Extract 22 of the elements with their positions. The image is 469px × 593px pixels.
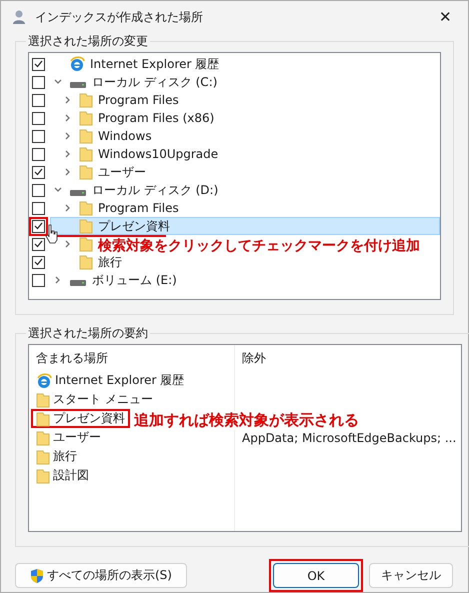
table-cell: スタート メニュー (53, 391, 153, 408)
window-title: インデックスが作成された場所 (35, 8, 204, 26)
tree-label: Windows (97, 129, 152, 144)
table-cell: プレゼン資料 (53, 410, 125, 427)
tree-label: 旅行 (97, 254, 122, 271)
table-cell: ユーザー (53, 429, 101, 446)
tree-label: Program Files (97, 93, 179, 108)
group-title: 選択された場所の要約 (27, 325, 149, 342)
group-title: 選択された場所の変更 (27, 33, 149, 50)
tree-label: Program Files (97, 201, 179, 216)
tree-label: ユーザー (97, 164, 146, 181)
tree-label: ボリューム (E:) (91, 272, 177, 289)
tree-label: ローカル ディスク (C:) (91, 74, 218, 91)
table-cell: 旅行 (53, 448, 77, 465)
tree-label: プレゼン資料 (97, 218, 170, 235)
tree-label: ローカル ディスク (D:) (91, 182, 218, 199)
tree-label: Program Files (x86) (97, 111, 214, 126)
table-cell: 設計図 (53, 467, 89, 484)
table-cell: AppData; MicrosoftEdgeBackups; ... (242, 430, 456, 444)
tree-label: Internet Explorer 履歴 (89, 56, 220, 73)
tree-label: Windows10Upgrade (97, 147, 218, 162)
table-cell: Internet Explorer 履歴 (55, 372, 184, 389)
